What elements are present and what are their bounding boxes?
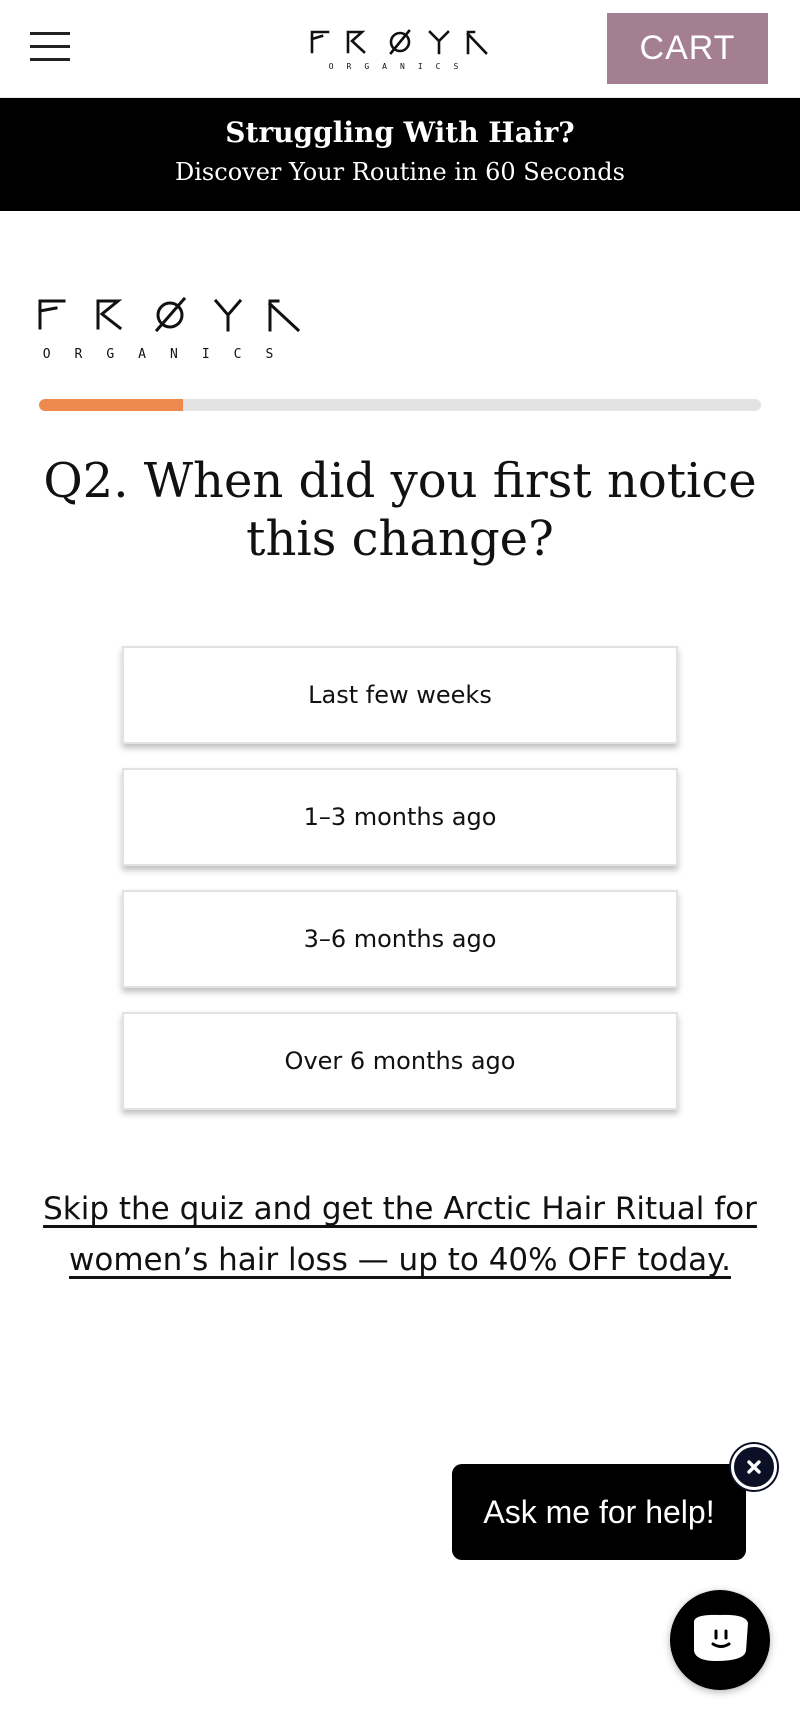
- chat-face-icon[interactable]: [670, 1590, 770, 1690]
- brand-logo-large: ORGANICS: [38, 296, 301, 362]
- close-x-glyph: [747, 1460, 761, 1474]
- answer-option[interactable]: 3–6 months ago: [122, 890, 678, 988]
- chat-help-text: Ask me for help!: [483, 1493, 715, 1530]
- quiz-progress-bar: [39, 399, 761, 411]
- answer-option[interactable]: Last few weeks: [122, 646, 678, 744]
- close-icon[interactable]: [731, 1444, 777, 1490]
- brand-logo-small[interactable]: ORGANICS: [308, 26, 492, 72]
- promo-subtitle: Discover Your Routine in 60 Seconds: [175, 158, 625, 186]
- answer-option[interactable]: 1–3 months ago: [122, 768, 678, 866]
- menu-line: [30, 32, 70, 35]
- promo-banner[interactable]: Struggling With Hair? Discover Your Rout…: [0, 98, 800, 211]
- answer-option[interactable]: Over 6 months ago: [122, 1012, 678, 1110]
- quiz-progress-fill: [39, 399, 184, 411]
- promo-title: Struggling With Hair?: [225, 116, 575, 149]
- cart-button[interactable]: CART: [607, 13, 768, 84]
- menu-line: [30, 45, 70, 48]
- question-title: Q2. When did you first notice this chang…: [43, 453, 757, 567]
- top-bar: ORGANICS CART: [0, 0, 800, 98]
- chat-face-glyph: [694, 1614, 748, 1661]
- brand-sub-large: ORGANICS: [43, 347, 298, 362]
- hamburger-menu-icon[interactable]: [28, 30, 72, 64]
- brand-sub-small: ORGANICS: [329, 62, 472, 71]
- skip-quiz-link[interactable]: Skip the quiz and get the Arctic Hair Ri…: [30, 1184, 770, 1286]
- menu-line: [30, 58, 70, 61]
- answer-options: Last few weeks 1–3 months ago 3–6 months…: [122, 646, 678, 1134]
- chat-help-bubble[interactable]: Ask me for help!: [452, 1464, 746, 1560]
